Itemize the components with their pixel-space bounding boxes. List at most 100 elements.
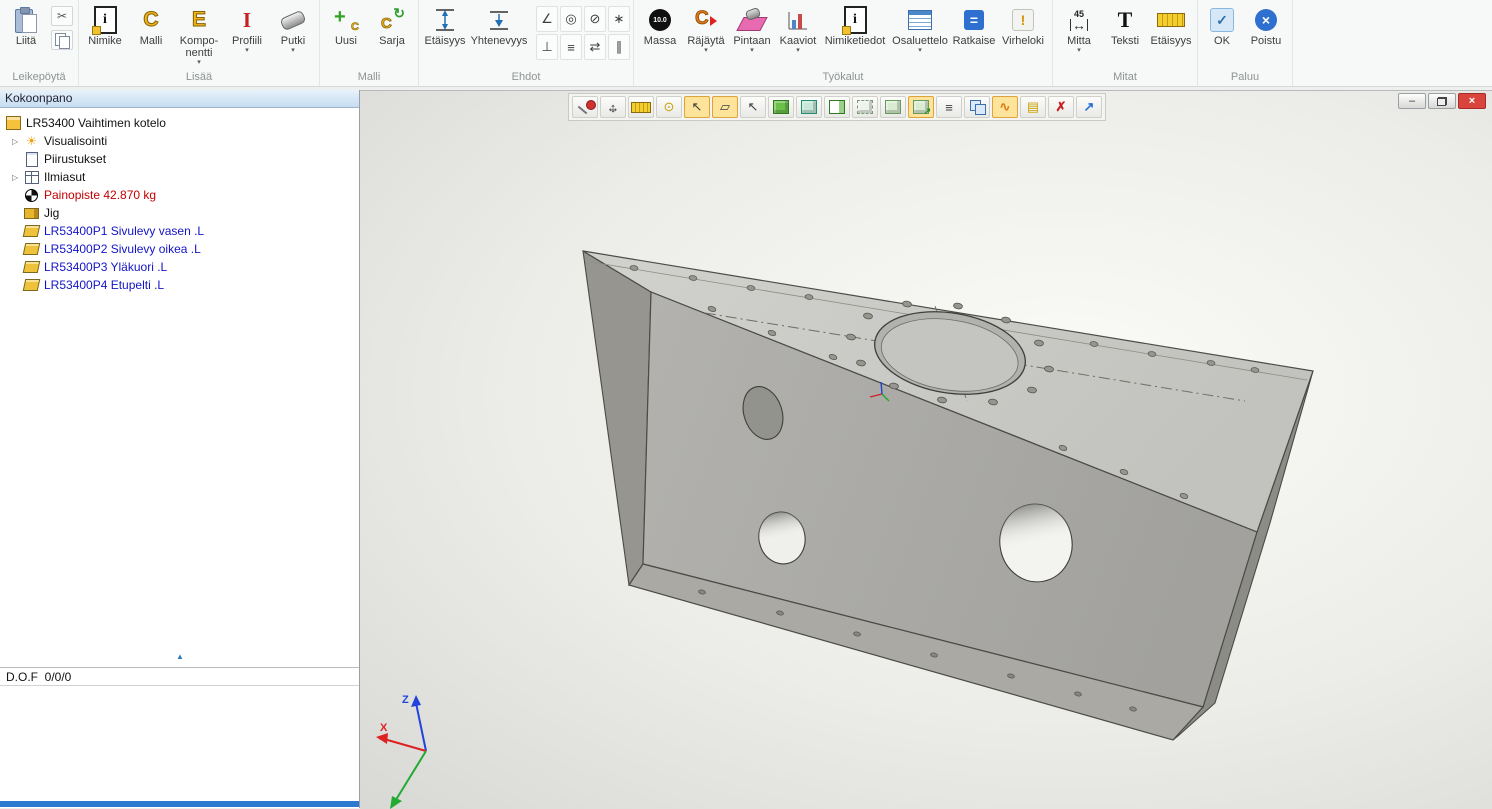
snap-center-icon[interactable]: ⊙ — [656, 96, 682, 118]
tree-item-part-p4[interactable]: LR53400P4 Etupelti .L — [0, 276, 359, 294]
center-of-mass-icon — [24, 188, 39, 202]
select-adjacent-icon[interactable] — [880, 96, 906, 118]
ok-button[interactable]: ✓ OK — [1201, 4, 1243, 48]
tree-item-assembly-root[interactable]: LR53400 Vaihtimen kotelo — [0, 114, 359, 132]
paste-button[interactable]: Liitä — [3, 4, 49, 48]
poistu-button[interactable]: × Poistu — [1243, 4, 1289, 48]
tree-item-part-p3[interactable]: LR53400P3 Yläkuori .L — [0, 258, 359, 276]
expander-icon[interactable]: ▷ — [12, 173, 24, 182]
minimize-button[interactable]: – — [1398, 93, 1426, 109]
close-button[interactable]: × — [1458, 93, 1486, 109]
nimiketiedot-button[interactable]: i Nimiketiedot — [821, 4, 889, 48]
perpendicular-constraint-button[interactable]: ⊥ — [536, 34, 558, 60]
select-face-icon[interactable] — [824, 96, 850, 118]
nimike-button[interactable]: i Nimike — [82, 4, 128, 48]
dropdown-caret-icon[interactable]: ▾ — [291, 47, 295, 55]
copy-layers-icon[interactable] — [964, 96, 990, 118]
tree-item-painopiste[interactable]: Painopiste 42.870 kg — [0, 186, 359, 204]
delete-icon[interactable]: ✗ — [1048, 96, 1074, 118]
pin-icon[interactable] — [572, 96, 598, 118]
z-axis-label: Z — [402, 694, 409, 706]
paste-icon — [15, 7, 37, 33]
pick-entity-icon[interactable]: ↖ — [740, 96, 766, 118]
sarja-button[interactable]: ↻C Sarja — [369, 4, 415, 48]
measure-icon[interactable] — [628, 96, 654, 118]
cut-button[interactable]: ✂ — [51, 6, 73, 26]
jig-icon — [24, 206, 39, 220]
panel-resize-bar[interactable] — [0, 801, 359, 807]
ribbon-group-return: ✓ OK × Poistu Paluu — [1198, 0, 1293, 86]
tree-item-ilmiasut[interactable]: ▷ Ilmiasut — [0, 168, 359, 186]
export-icon[interactable]: ↗ — [1076, 96, 1102, 118]
parallel-constraint-button[interactable]: ≡ — [560, 34, 582, 60]
copy-icon — [55, 33, 69, 47]
etaisyys-button[interactable]: Etäisyys — [1148, 4, 1194, 48]
tree-item-part-p2[interactable]: LR53400P2 Sivulevy oikea .L — [0, 240, 359, 258]
restore-button[interactable] — [1428, 93, 1456, 109]
tree-item-part-p1[interactable]: LR53400P1 Sivulevy vasen .L — [0, 222, 359, 240]
group-label-constraints: Ehdot — [422, 70, 630, 86]
select-back-icon[interactable] — [852, 96, 878, 118]
ribbon: Liitä ✂ Leikepöytä i Nimike C Malli E Ko… — [0, 0, 1492, 87]
massa-button[interactable]: 10.0 Massa — [637, 4, 683, 48]
mitta-button[interactable]: 45↔ Mitta ▾ — [1056, 4, 1102, 56]
distance-constraint-button[interactable]: Etäisyys — [422, 4, 468, 48]
uusi-button[interactable]: +C Uusi — [323, 4, 369, 48]
teksti-button[interactable]: T Teksti — [1102, 4, 1148, 48]
tree-item-visualisointi[interactable]: ▷ ☀ Visualisointi — [0, 132, 359, 150]
angle-constraint-button[interactable]: ∠ — [536, 6, 558, 32]
3d-viewport[interactable]: ↔↕ ⊙ ↖ ▱ ↖ ↗ ≡ ∿ ▤ ✗ ↗ – × — [360, 90, 1492, 809]
malli-button[interactable]: C Malli — [128, 4, 174, 48]
tree-item-piirustukset[interactable]: Piirustukset — [0, 150, 359, 168]
profiili-button[interactable]: I Profiili ▾ — [224, 4, 270, 56]
part-list-icon[interactable]: ≡ — [936, 96, 962, 118]
exit-icon: × — [1255, 9, 1277, 31]
copy-button[interactable] — [51, 30, 73, 50]
item-info-icon: i — [844, 6, 867, 34]
colinear-constraint-icon: ∥ — [616, 39, 623, 55]
world-axis-triad: Z X — [368, 689, 478, 809]
cut-icon: ✂ — [57, 9, 67, 23]
tree-scroll-up-icon[interactable]: ▲ — [176, 652, 184, 661]
rajayta-button[interactable]: C Räjäytä ▾ — [683, 4, 729, 56]
dropdown-caret-icon[interactable]: ▾ — [245, 47, 249, 55]
expander-icon[interactable]: ▷ — [12, 137, 24, 146]
dropdown-caret-icon[interactable]: ▾ — [918, 47, 922, 55]
explode-icon: C — [693, 7, 719, 33]
select-arrow-icon[interactable]: ↗ — [908, 96, 934, 118]
equal-constraint-button[interactable]: ⇄ — [584, 34, 606, 60]
dropdown-caret-icon[interactable]: ▾ — [704, 47, 708, 55]
kaaviot-button[interactable]: Kaaviot ▾ — [775, 4, 821, 56]
symmetry-constraint-icon: ∗ — [614, 11, 625, 27]
tree-item-jig[interactable]: Jig — [0, 204, 359, 222]
select-shell-icon[interactable] — [796, 96, 822, 118]
error-log-icon: ! — [1012, 9, 1034, 31]
coincidence-constraint-button[interactable]: Yhtenevyys — [468, 4, 530, 48]
paste-label: Liitä — [16, 35, 36, 47]
pick-cursor-icon[interactable]: ↖ — [684, 96, 710, 118]
komponentti-button[interactable]: E Kompo-nentti ▾ — [174, 4, 224, 68]
putki-button[interactable]: Putki ▾ — [270, 4, 316, 56]
dropdown-caret-icon[interactable]: ▾ — [796, 47, 800, 55]
colinear-constraint-button[interactable]: ∥ — [608, 34, 630, 60]
move-icon[interactable]: ↔↕ — [600, 96, 626, 118]
osaluettelo-button[interactable]: Osaluettelo ▾ — [889, 4, 951, 56]
symmetry-constraint-button[interactable]: ∗ — [608, 6, 630, 32]
3d-model[interactable] — [360, 91, 1492, 809]
ratkaise-button[interactable]: = Ratkaise — [951, 4, 997, 48]
x-axis-label: X — [380, 722, 388, 734]
diagram-icon — [786, 8, 810, 32]
concentric-constraint-button[interactable]: ◎ — [560, 6, 582, 32]
parts-list-icon — [908, 10, 932, 30]
spline-icon[interactable]: ∿ — [992, 96, 1018, 118]
tangent-constraint-button[interactable]: ⊘ — [584, 6, 606, 32]
group-label-dimensions: Mitat — [1056, 70, 1194, 86]
snap-plane-icon[interactable]: ▱ — [712, 96, 738, 118]
pintaan-button[interactable]: Pintaan ▾ — [729, 4, 775, 56]
select-solid-icon[interactable] — [768, 96, 794, 118]
virheloki-button[interactable]: ! Virheloki — [997, 4, 1049, 48]
dropdown-caret-icon[interactable]: ▾ — [1077, 47, 1081, 55]
dropdown-caret-icon[interactable]: ▾ — [750, 47, 754, 55]
dropdown-caret-icon[interactable]: ▾ — [197, 59, 201, 67]
flatten-icon[interactable]: ▤ — [1020, 96, 1046, 118]
